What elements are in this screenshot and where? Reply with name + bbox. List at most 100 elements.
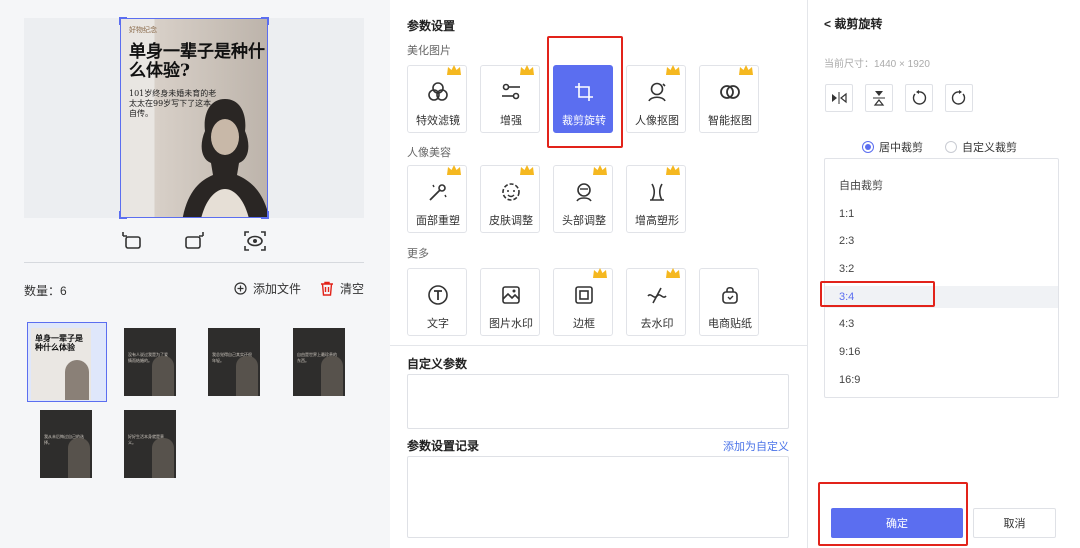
rotate-right-icon[interactable] [180,228,208,254]
thumbnail[interactable]: 我总觉得自己其实还很年轻。 [208,328,260,396]
image-watermark-button[interactable]: 图片水印 [480,268,540,336]
preview-image[interactable]: 好物纪念 单身一辈子是种什么体验? 101岁终身未婚未育的老太太在99岁写下了这… [120,18,268,218]
back-button[interactable]: < 裁剪旋转 [824,15,882,32]
cancel-button[interactable]: 取消 [973,508,1056,538]
body-shape-button[interactable]: 增高塑形 [626,165,686,233]
custom-params-box[interactable] [407,374,789,429]
sticker-button[interactable]: 电商贴纸 [699,268,759,336]
face-reshape-button[interactable]: 面部重塑 [407,165,467,233]
enhance-icon [502,83,520,100]
center-crop-radio[interactable]: 居中裁剪 [862,139,923,155]
enhance-label: 增强 [500,115,522,127]
thumb-figure [152,438,174,478]
crown-icon [447,65,461,75]
ratio-item[interactable]: 4:3 [825,313,1058,335]
left-panel: 好物纪念 单身一辈子是种什么体验? 101岁终身未婚未育的老太太在99岁写下了这… [0,0,390,548]
radio-off-icon [945,141,957,153]
remove-watermark-icon [647,287,667,304]
app-window: 好物纪念 单身一辈子是种什么体验? 101岁终身未婚未育的老太太在99岁写下了这… [0,0,1080,548]
current-size: 当前尺寸：1440 × 1920 [824,59,930,70]
enhance-button[interactable]: 增强 [480,65,540,133]
sticker-icon [722,286,738,304]
highlight-ratio [820,281,935,307]
rotate-cw-button[interactable] [945,84,973,112]
thumbnail[interactable]: 我从未后悔过自己的选择。 [40,410,92,478]
crown-icon [520,165,534,175]
clear-button[interactable]: 清空 [320,280,364,297]
flip-horizontal-icon [832,92,847,104]
trash-icon [321,281,333,296]
left-divider [24,262,364,263]
ratio-list: 自由裁剪 1:1 2:3 3:2 3:4 4:3 9:16 16:9 [824,158,1059,398]
add-circle-icon [234,282,247,295]
thumbnail-selected-image: 单身一辈子是种什么体验 [31,328,91,400]
filter-button[interactable]: 特效滤镜 [407,65,467,133]
params-panel: 参数设置 美化图片 特效滤镜 增强 裁剪旋转 人像抠图 智能抠图 人像美容 面部… [390,0,807,548]
add-file-button[interactable]: 添加文件 [234,280,301,297]
section-label-beautify: 美化图片 [407,45,451,57]
ratio-item[interactable]: 16:9 [825,369,1058,391]
image-watermark-icon [502,286,520,304]
center-crop-label: 居中裁剪 [879,142,923,154]
remove-watermark-button[interactable]: 去水印 [626,268,686,336]
smart-cutout-button[interactable]: 智能抠图 [699,65,759,133]
radio-on-icon [862,141,874,153]
preview-small-title: 好物纪念 [129,26,157,34]
preview-eye-icon[interactable] [241,228,269,254]
custom-crop-label: 自定义裁剪 [962,142,1017,154]
text-button[interactable]: 文字 [407,268,467,336]
rotate-cw-icon [951,90,966,105]
thumb-figure [68,438,90,478]
crop-corner-bl[interactable] [119,211,127,219]
rotate-ccw-icon [912,90,927,105]
thumb-figure [236,356,258,396]
rotate-left-icon[interactable] [118,228,146,254]
ratio-item[interactable]: 9:16 [825,341,1058,363]
skin-adjust-button[interactable]: 皮肤调整 [480,165,540,233]
crown-icon [666,65,680,75]
smart-cutout-label: 智能抠图 [708,115,752,127]
filter-icon [428,82,448,101]
crown-icon [447,165,461,175]
custom-params-title: 自定义参数 [407,357,468,371]
ratio-item[interactable]: 3:2 [825,258,1058,280]
highlight-confirm [818,482,968,546]
ratio-item[interactable]: 自由裁剪 [825,175,1058,197]
ratio-item[interactable]: 2:3 [825,230,1058,252]
custom-crop-radio[interactable]: 自定义裁剪 [945,139,1017,155]
border-button[interactable]: 边框 [553,268,613,336]
add-custom-link[interactable]: 添加为自定义 [723,438,789,454]
thumbnail[interactable]: 好好生活本身就是意义。 [124,410,176,478]
crop-corner-tr[interactable] [261,17,269,25]
thumb-figure [152,356,174,396]
crop-corner-br[interactable] [261,211,269,219]
face-reshape-label: 面部重塑 [416,215,460,227]
flip-vertical-button[interactable] [865,84,893,112]
thumbnail[interactable]: 没有人说过我是为了爱情而结婚的。 [124,328,176,396]
crown-icon [593,165,607,175]
flip-horizontal-button[interactable] [825,84,853,112]
section-label-portrait-beauty: 人像美容 [407,147,451,159]
text-icon [428,285,448,305]
thumbnail[interactable]: 自由是世界上最珍贵的东西。 [293,328,345,396]
border-icon [575,286,593,304]
crop-corner-tl[interactable] [119,17,127,25]
crown-icon [739,65,753,75]
remove-watermark-label: 去水印 [640,318,674,330]
portrait-cutout-button[interactable]: 人像抠图 [626,65,686,133]
face-reshape-icon [429,184,447,201]
count-value: 6 [60,284,67,298]
filter-label: 特效滤镜 [416,115,460,127]
smart-cutout-icon [720,85,740,99]
params-title: 参数设置 [407,19,456,33]
head-adjust-button[interactable]: 头部调整 [553,165,613,233]
record-box[interactable] [407,456,789,538]
rotate-ccw-button[interactable] [905,84,933,112]
ratio-item[interactable]: 1:1 [825,203,1058,225]
portrait-cutout-icon [648,82,666,102]
mid-divider [390,345,807,346]
thumb-figure [65,360,89,400]
head-adjust-icon [576,183,592,202]
text-label: 文字 [427,318,449,330]
crop-rotate-panel: < 裁剪旋转 当前尺寸：1440 × 1920 居中裁剪 自定义裁剪 自由裁剪 … [807,0,1080,548]
